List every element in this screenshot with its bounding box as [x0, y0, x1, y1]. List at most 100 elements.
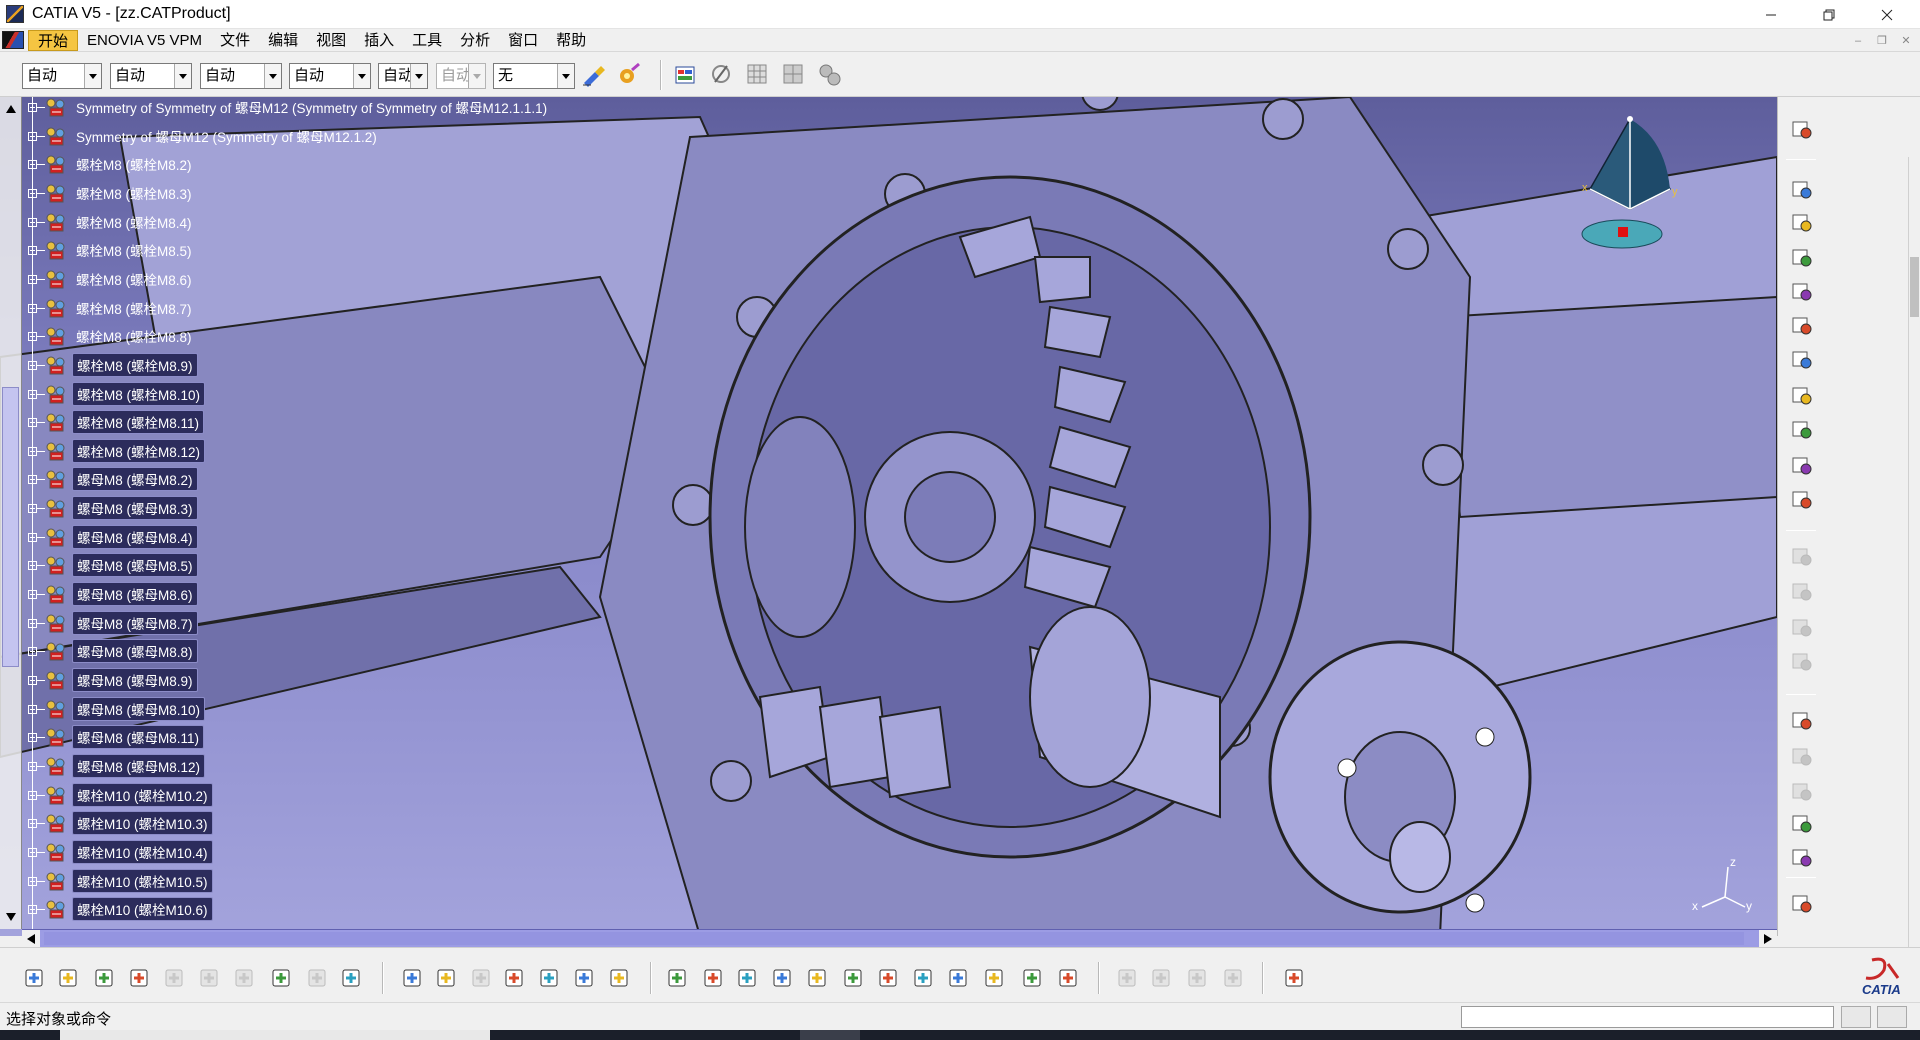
expand-icon[interactable]: [28, 303, 37, 313]
scroll-thumb[interactable]: [2, 387, 19, 667]
tree-item[interactable]: 螺栓M10 (螺栓M10.5): [22, 869, 213, 893]
gear-red-icon[interactable]: [1789, 177, 1815, 203]
grid-alt-icon[interactable]: [780, 61, 808, 89]
gear-blue-icon[interactable]: [1789, 210, 1815, 236]
tree-item[interactable]: 螺栓M8 (螺栓M8.12): [22, 439, 206, 463]
tree-item[interactable]: 螺栓M10 (螺栓M10.4): [22, 840, 213, 864]
expand-icon[interactable]: [28, 589, 37, 599]
menu-edit[interactable]: 编辑: [259, 30, 307, 51]
layer-combo[interactable]: 无: [493, 63, 575, 89]
doc-restore-button[interactable]: ❐: [1872, 33, 1892, 49]
tree-item[interactable]: 螺母M8 (螺母M8.7): [22, 611, 198, 635]
tree-item[interactable]: Symmetry of Symmetry of 螺母M12 (Symmetry …: [22, 96, 551, 118]
tree-icon[interactable]: [1789, 383, 1815, 409]
lock-icon[interactable]: [570, 963, 600, 993]
rotate-icon[interactable]: [768, 963, 798, 993]
fit-all-icon[interactable]: [699, 963, 729, 993]
status-button-2[interactable]: [1877, 1006, 1907, 1028]
expand-icon[interactable]: [28, 732, 37, 742]
expand-icon[interactable]: [28, 646, 37, 656]
dock-scrollbar[interactable]: [1908, 157, 1920, 957]
tree-item[interactable]: 螺栓M8 (螺栓M8.11): [22, 410, 205, 434]
expand-icon[interactable]: [28, 474, 37, 484]
tree-item[interactable]: 螺母M8 (螺母M8.10): [22, 697, 206, 721]
expand-icon[interactable]: [28, 532, 37, 542]
scissors-icon[interactable]: [1789, 313, 1815, 339]
tree-item[interactable]: 螺栓M8 (螺栓M8.9): [22, 353, 198, 377]
product-icon[interactable]: [1789, 487, 1815, 513]
save-icon[interactable]: [90, 963, 120, 993]
catalog-browser-icon[interactable]: [1789, 891, 1815, 917]
transparency-combo[interactable]: 自动: [110, 63, 192, 89]
magic-wand-icon[interactable]: [616, 60, 644, 88]
expand-icon[interactable]: [28, 761, 37, 771]
constraint-icon[interactable]: [708, 61, 736, 89]
dock-scroll-thumb[interactable]: [1910, 257, 1919, 317]
camera-icon[interactable]: [1280, 963, 1310, 993]
iso-view-icon[interactable]: [944, 963, 974, 993]
table-icon[interactable]: [500, 963, 530, 993]
tree-item[interactable]: 螺栓M8 (螺栓M8.6): [22, 268, 196, 290]
tree-item[interactable]: 螺栓M8 (螺栓M8.4): [22, 211, 196, 233]
measure-icon[interactable]: [605, 963, 635, 993]
grid-icon[interactable]: [744, 61, 772, 89]
tree-item[interactable]: 螺母M8 (螺母M8.5): [22, 553, 198, 577]
tree-item[interactable]: 螺栓M8 (螺栓M8.7): [22, 297, 196, 319]
expand-icon[interactable]: [28, 389, 37, 399]
expand-icon[interactable]: [28, 876, 37, 886]
expand-icon[interactable]: [28, 847, 37, 857]
expand-icon[interactable]: [28, 188, 37, 198]
expand-icon[interactable]: [28, 245, 37, 255]
tree-item[interactable]: 螺母M8 (螺母M8.9): [22, 668, 198, 692]
menu-insert[interactable]: 插入: [355, 30, 403, 51]
zoom-in-icon[interactable]: [803, 963, 833, 993]
expand-icon[interactable]: [28, 503, 37, 513]
line-type-combo[interactable]: 自动: [289, 63, 371, 89]
expand-icon[interactable]: [28, 818, 37, 828]
line-weight-combo[interactable]: 自动: [200, 63, 282, 89]
close-button[interactable]: [1858, 0, 1916, 29]
expand-icon[interactable]: [28, 790, 37, 800]
fly-icon[interactable]: [663, 963, 693, 993]
expand-icon[interactable]: [28, 904, 37, 914]
expand-icon[interactable]: [28, 217, 37, 227]
undo-icon[interactable]: [267, 963, 297, 993]
print-icon[interactable]: [125, 963, 155, 993]
gear-yellow-icon[interactable]: [1789, 245, 1815, 271]
tree-item[interactable]: 螺栓M8 (螺栓M8.2): [22, 153, 196, 175]
catalog-icon[interactable]: [672, 61, 700, 89]
compass-widget[interactable]: x y: [1560, 109, 1680, 279]
comment-icon[interactable]: [432, 963, 462, 993]
scroll-left-button[interactable]: [22, 930, 40, 947]
tree-item[interactable]: 螺母M8 (螺母M8.3): [22, 496, 198, 520]
expand-icon[interactable]: [28, 618, 37, 628]
expand-icon[interactable]: [28, 417, 37, 427]
expand-icon[interactable]: [28, 331, 37, 341]
render-style-icon[interactable]: [980, 963, 1010, 993]
scroll-down-button[interactable]: [1, 907, 20, 926]
doc-close-button[interactable]: ✕: [1896, 33, 1916, 49]
tree-item[interactable]: 螺母M8 (螺母M8.12): [22, 754, 206, 778]
pan-icon[interactable]: [733, 963, 763, 993]
restore-button[interactable]: [1800, 0, 1858, 29]
expand-icon[interactable]: [28, 446, 37, 456]
expand-icon[interactable]: [28, 131, 37, 141]
expand-icon[interactable]: [28, 704, 37, 714]
tree-item[interactable]: 螺栓M8 (螺栓M8.10): [22, 382, 206, 406]
expand-icon[interactable]: [28, 360, 37, 370]
tree-item[interactable]: 螺栓M8 (螺栓M8.3): [22, 182, 196, 204]
scroll-up-button[interactable]: [1, 99, 20, 118]
menu-start[interactable]: 开始: [28, 29, 79, 51]
normal-view-icon[interactable]: [874, 963, 904, 993]
swap-icon[interactable]: [1054, 963, 1084, 993]
tree-item[interactable]: 螺母M8 (螺母M8.6): [22, 582, 198, 606]
tree-item[interactable]: 螺母M8 (螺母M8.11): [22, 725, 205, 749]
tree-item[interactable]: 螺母M8 (螺母M8.8): [22, 639, 198, 663]
command-input[interactable]: [1461, 1006, 1834, 1028]
replace-icon[interactable]: [1789, 347, 1815, 373]
expand-icon[interactable]: [28, 102, 37, 112]
viewport-horizontal-scrollbar[interactable]: [22, 929, 1777, 947]
explode-icon[interactable]: [1789, 708, 1815, 734]
multi-view-icon[interactable]: [909, 963, 939, 993]
select-icon[interactable]: [1789, 117, 1815, 143]
